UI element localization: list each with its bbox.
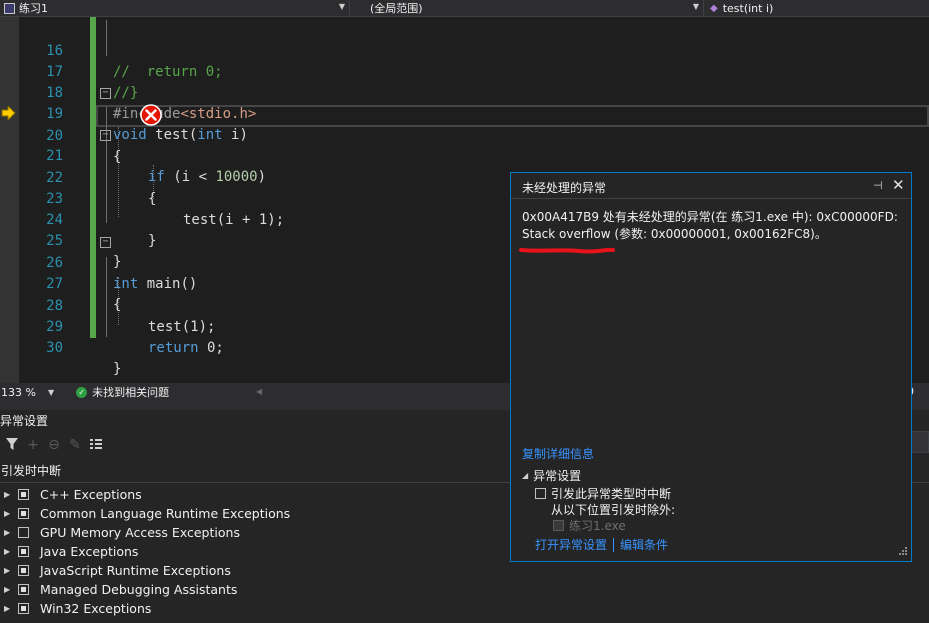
collapse-triangle-icon[interactable]: ◢ [522, 471, 528, 480]
category-label: JavaScript Runtime Exceptions [40, 563, 231, 578]
code-line: 16 // return 0; [0, 20, 929, 80]
chevron-down-icon: ▼ [338, 2, 345, 11]
chevron-down-icon[interactable]: ▼ [48, 388, 54, 397]
exception-category-row[interactable]: ▶ JavaScript Runtime Exceptions [0, 561, 231, 580]
edit-conditions-link[interactable]: 编辑条件 [620, 536, 668, 553]
expand-icon[interactable]: ▶ [4, 528, 14, 537]
project-name: 练习1 [19, 2, 48, 15]
exception-settings-section[interactable]: ◢ 异常设置 [522, 467, 581, 484]
exception-popup: 未经处理的异常 ⊣ ✕ 0x00A417B9 处有未经处理的异常(在 练习1.e… [510, 172, 912, 562]
category-label: Managed Debugging Assistants [40, 582, 238, 597]
open-exception-settings-link[interactable]: 打开异常设置 [535, 536, 607, 553]
exception-category-row[interactable]: ▶ Managed Debugging Assistants [0, 580, 237, 599]
add-icon[interactable]: + [25, 437, 41, 453]
expand-icon[interactable]: ▶ [4, 604, 14, 613]
section-title: 异常设置 [533, 469, 582, 483]
keyword-token: return [148, 340, 199, 356]
panel-title: 异常设置 [0, 414, 49, 428]
category-checkbox[interactable] [18, 508, 29, 519]
code-text: } [113, 361, 122, 377]
option-label: 练习1.exe [569, 519, 626, 533]
category-label: Win32 Exceptions [40, 601, 152, 616]
copy-details-link[interactable]: 复制详细信息 [522, 445, 594, 462]
category-checkbox[interactable] [18, 565, 29, 576]
exception-message-line: 0x00A417B9 处有未经处理的异常(在 练习1.exe 中): 0xC00… [522, 210, 898, 224]
link-divider [613, 537, 615, 552]
popup-header: 未经处理的异常 ⊣ ✕ [511, 173, 911, 199]
list-icon[interactable] [88, 437, 104, 453]
exe-exclusion-option[interactable]: 练习1.exe [553, 517, 626, 534]
zoom-level[interactable]: 133 % [0, 386, 40, 399]
expand-icon[interactable]: ▶ [4, 509, 14, 518]
category-checkbox[interactable] [18, 489, 29, 500]
remove-icon[interactable]: ⊖ [46, 437, 62, 453]
category-checkbox[interactable] [18, 546, 29, 557]
category-label: Common Language Runtime Exceptions [40, 506, 291, 521]
category-checkbox[interactable] [18, 584, 29, 595]
option-label: 引发此异常类型时中断 [551, 487, 672, 501]
category-label: C++ Exceptions [40, 487, 142, 502]
edit-icon[interactable]: ✎ [67, 437, 83, 453]
function-dropdown[interactable]: ◆ test(int i) [704, 0, 929, 16]
issues-status[interactable]: 未找到相关问题 [92, 384, 169, 400]
expand-icon[interactable]: ▶ [4, 585, 14, 594]
project-icon [4, 2, 15, 14]
exception-category-row[interactable]: ▶ GPU Memory Access Exceptions [0, 523, 240, 542]
code-line: 18 #include<stdio.h> [0, 62, 929, 122]
code-line: 21 if (i < 10000) [0, 125, 929, 185]
option-label: 从以下位置引发时除外: [551, 503, 676, 517]
exception-category-row[interactable]: ▶ C++ Exceptions [0, 485, 142, 504]
exe-exclusion-checkbox[interactable] [553, 520, 564, 531]
code-line: 17 //} [0, 41, 929, 101]
scroll-left-icon[interactable]: ◀ [256, 387, 262, 396]
exception-category-row[interactable]: ▶ Java Exceptions [0, 542, 138, 561]
check-circle-icon: ✓ [76, 386, 88, 398]
expand-icon[interactable]: ▶ [4, 490, 14, 499]
exception-category-row[interactable]: ▶ Common Language Runtime Exceptions [0, 504, 290, 523]
resize-grip-icon[interactable] [897, 547, 907, 557]
exception-message: 0x00A417B9 处有未经处理的异常(在 练习1.exe 中): 0xC00… [522, 209, 902, 243]
popup-title: 未经处理的异常 [522, 181, 607, 195]
code-text: return 0; [148, 338, 224, 359]
navigation-bar: 练习1 ▼ (全局范围) ▼ ◆ test(int i) [0, 0, 929, 17]
red-underline-annotation [519, 247, 615, 254]
filter-icon[interactable] [4, 437, 20, 453]
method-icon: ◆ [710, 2, 718, 14]
identifier-token: 0; [198, 340, 224, 356]
exception-category-row[interactable]: ▶ Win32 Exceptions [0, 599, 151, 618]
category-label: GPU Memory Access Exceptions [40, 525, 240, 540]
break-when-thrown-option[interactable]: 引发此异常类型时中断 [535, 485, 671, 502]
error-icon[interactable] [140, 104, 162, 126]
category-checkbox[interactable] [18, 603, 29, 614]
pin-icon[interactable]: ⊣ [873, 179, 883, 192]
category-checkbox[interactable] [18, 527, 29, 538]
line-number: 30 [46, 340, 63, 356]
except-when-label: 从以下位置引发时除外: [551, 501, 675, 518]
popup-links: 打开异常设置 编辑条件 [535, 536, 668, 553]
scope-dropdown[interactable]: (全局范围) ▼ [350, 0, 704, 16]
code-line: 22 { [0, 147, 929, 207]
break-when-thrown-checkbox[interactable] [535, 488, 546, 499]
close-icon[interactable]: ✕ [892, 176, 905, 194]
scope-label: (全局范围) [370, 2, 423, 15]
exception-message-line: Stack overflow (参数: 0x00000001, 0x00162F… [522, 227, 827, 241]
expand-icon[interactable]: ▶ [4, 566, 14, 575]
project-dropdown[interactable]: 练习1 ▼ [0, 0, 350, 16]
category-label: Java Exceptions [40, 544, 139, 559]
function-label: test(int i) [722, 1, 774, 15]
code-line: 19 void test(int i) [0, 83, 929, 143]
expand-icon[interactable]: ▶ [4, 547, 14, 556]
chevron-down-icon: ▼ [692, 2, 699, 11]
